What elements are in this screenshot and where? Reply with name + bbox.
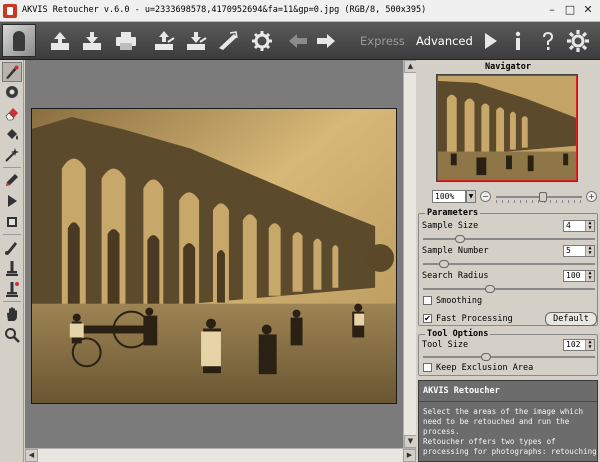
- spinner-icon[interactable]: ▲ ▼: [585, 246, 594, 256]
- window-title: AKVIS Retoucher v.6.0 - u=2333698578,417…: [22, 5, 427, 15]
- run-icon[interactable]: [3, 192, 21, 210]
- smoothing-label: Smoothing: [436, 296, 483, 306]
- eyedropper-icon[interactable]: [3, 259, 21, 277]
- brush-icon[interactable]: [216, 29, 240, 53]
- fast-processing-checkbox[interactable]: ✔: [423, 314, 432, 323]
- settings-panel: Navigator 100% ▼ − + Parameters Sample S…: [416, 60, 600, 462]
- tools-separator: [3, 234, 21, 235]
- spinner-icon[interactable]: ▲ ▼: [585, 271, 594, 281]
- sample-number-value: 5: [566, 246, 571, 255]
- main-toolbar: Express Advanced: [0, 22, 600, 60]
- sample-number-label: Sample Number: [422, 246, 489, 256]
- help-title: AKVIS Retoucher: [423, 386, 500, 396]
- tools-separator: [3, 167, 21, 168]
- export-icon[interactable]: [184, 29, 208, 53]
- pencil-icon[interactable]: [3, 171, 21, 189]
- sample-size-value: 4: [566, 221, 571, 230]
- tool-size-input[interactable]: 102 ▲ ▼: [563, 339, 595, 351]
- help-text-line: need to be retouched and run the: [423, 417, 570, 426]
- search-radius-value: 100: [566, 271, 581, 280]
- search-radius-slider[interactable]: [423, 288, 595, 290]
- keep-exclusion-checkbox[interactable]: [423, 363, 432, 372]
- navigator-view-frame[interactable]: [437, 75, 577, 181]
- open-icon[interactable]: [48, 29, 72, 53]
- tools-separator: [3, 301, 21, 302]
- keep-exclusion-label: Keep Exclusion Area: [436, 363, 534, 373]
- preferences-gear-icon[interactable]: [566, 29, 590, 53]
- help-separator: [419, 401, 597, 402]
- zoom-out-button[interactable]: −: [480, 191, 491, 202]
- help-text-line: Select the areas of the image which: [423, 407, 584, 416]
- tools-panel: [0, 60, 24, 462]
- zoom-controls: 100% ▼ − +: [418, 190, 598, 204]
- mode-advanced-tab[interactable]: Advanced: [416, 34, 473, 48]
- print-icon[interactable]: [114, 29, 138, 53]
- parameters-section: Parameters Sample Size 4 ▲ ▼ Sample Number…: [418, 208, 598, 326]
- back-arrow-icon[interactable]: [286, 29, 310, 53]
- help-text-line: processing for photographs: retouching: [423, 447, 597, 456]
- play-icon[interactable]: [478, 29, 502, 53]
- tool-size-slider[interactable]: [423, 356, 595, 358]
- tool-options-title: Tool Options: [425, 329, 491, 339]
- photo-image[interactable]: [31, 108, 397, 404]
- scroll-right-icon[interactable]: ▶: [403, 449, 416, 462]
- scroll-left-icon[interactable]: ◀: [25, 449, 38, 462]
- image-canvas[interactable]: [25, 60, 403, 448]
- fill-icon[interactable]: [3, 125, 21, 143]
- clone-icon[interactable]: [3, 238, 21, 256]
- zoom-icon[interactable]: [3, 326, 21, 344]
- app-logo-icon: [3, 4, 17, 18]
- crop-icon[interactable]: [3, 213, 21, 231]
- spinner-icon[interactable]: ▲ ▼: [585, 340, 594, 350]
- sample-size-slider-thumb[interactable]: [455, 235, 466, 243]
- navigator-preview[interactable]: [436, 74, 578, 182]
- mode-express-tab[interactable]: Express: [360, 34, 405, 48]
- fast-processing-label: Fast Processing: [436, 314, 513, 324]
- sample-size-label: Sample Size: [422, 221, 479, 231]
- search-radius-slider-thumb[interactable]: [484, 285, 495, 293]
- clone-stamp-icon[interactable]: [3, 280, 21, 298]
- sample-size-input[interactable]: 4 ▲ ▼: [563, 220, 595, 232]
- zoom-select[interactable]: 100%: [432, 190, 466, 203]
- close-button[interactable]: ✕: [580, 2, 596, 18]
- horizontal-scrollbar[interactable]: ◀ ▶: [25, 448, 416, 462]
- akvis-logo: [2, 24, 36, 57]
- info-icon[interactable]: [506, 29, 530, 53]
- default-button[interactable]: Default: [545, 312, 597, 326]
- parameters-title: Parameters: [425, 208, 481, 218]
- settings-gear-icon[interactable]: [250, 29, 274, 53]
- help-text-line: Retoucher offers two types of: [423, 437, 556, 446]
- save-icon[interactable]: [80, 29, 104, 53]
- sample-number-input[interactable]: 5 ▲ ▼: [563, 245, 595, 257]
- tool-options-section: Tool Options Tool Size 102 ▲ ▼ Keep Exclus…: [418, 329, 598, 376]
- search-radius-input[interactable]: 100 ▲ ▼: [563, 270, 595, 282]
- sample-size-slider[interactable]: [423, 238, 595, 240]
- maximize-button[interactable]: □: [562, 2, 578, 18]
- import-icon[interactable]: [152, 29, 176, 53]
- help-text-line: process.: [423, 427, 460, 436]
- stamp-icon[interactable]: [3, 83, 21, 101]
- help-icon[interactable]: [536, 29, 560, 53]
- title-bar: AKVIS Retoucher v.6.0 - u=2333698578,417…: [0, 0, 600, 22]
- navigator-title: Navigator: [484, 62, 532, 72]
- retoucher-window: AKVIS Retoucher v.6.0 - u=2333698578,417…: [0, 0, 600, 462]
- eraser-icon[interactable]: [3, 104, 21, 122]
- chevron-down-icon[interactable]: ▼: [466, 190, 476, 203]
- selection-brush-icon[interactable]: [2, 62, 22, 82]
- magic-wand-icon[interactable]: [3, 146, 21, 164]
- tool-size-slider-thumb[interactable]: [481, 353, 492, 361]
- minimize-button[interactable]: –: [544, 2, 560, 18]
- tool-size-label: Tool Size: [422, 340, 469, 350]
- zoom-in-button[interactable]: +: [586, 191, 597, 202]
- tool-size-value: 102: [566, 340, 581, 349]
- smoothing-checkbox[interactable]: [423, 296, 432, 305]
- help-panel: AKVIS Retoucher Select the areas of the …: [418, 380, 598, 462]
- spinner-icon[interactable]: ▲ ▼: [585, 221, 594, 231]
- sample-number-slider-thumb[interactable]: [439, 260, 450, 268]
- forward-arrow-icon[interactable]: [314, 29, 338, 53]
- search-radius-label: Search Radius: [422, 271, 489, 281]
- hand-icon[interactable]: [3, 305, 21, 323]
- vertical-scrollbar[interactable]: ▲ ▼: [403, 60, 417, 448]
- zoom-slider-thumb[interactable]: [538, 192, 547, 202]
